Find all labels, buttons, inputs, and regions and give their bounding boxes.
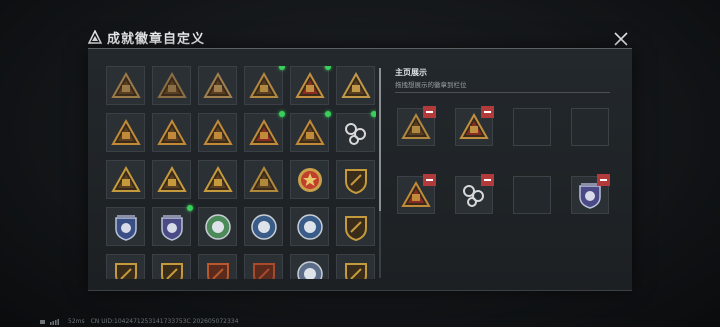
badge-cell[interactable] [290, 160, 329, 199]
badge-cell[interactable] [152, 254, 191, 279]
uid-text: CN UID:1042471253141733753C 202605072334 [90, 318, 239, 325]
triangle-logo-icon [88, 30, 102, 44]
new-indicator-dot [279, 66, 285, 70]
new-indicator-dot [325, 66, 331, 70]
remove-badge-button[interactable] [423, 174, 436, 186]
badge-cell[interactable] [198, 254, 237, 279]
arrow-shield-icon [344, 168, 367, 194]
badge-cell[interactable] [152, 113, 191, 152]
showcase-slot-empty[interactable] [571, 108, 609, 146]
scrollbar-thumb[interactable] [379, 68, 381, 211]
showcase-slot-empty[interactable] [513, 176, 551, 214]
badge-grid-scrollbar[interactable] [379, 68, 381, 278]
dragon-round-icon [296, 260, 323, 279]
number-1-emblem-icon [156, 165, 187, 192]
badge-cell[interactable] [336, 111, 376, 152]
badge-cell[interactable] [106, 254, 145, 279]
badge-cell[interactable] [290, 66, 331, 105]
modal-title: 成就徽章自定义 [107, 31, 206, 47]
showcase-slot-filled[interactable] [455, 106, 494, 146]
badge-cell[interactable] [244, 111, 285, 152]
badge-cell[interactable] [336, 207, 375, 246]
axe-shield-icon [160, 262, 183, 279]
showcase-slot-filled[interactable] [571, 174, 610, 214]
badge-cell[interactable] [152, 205, 193, 246]
status-footer: 52ms CN UID:1042471253141733753C 2026050… [40, 318, 238, 325]
badge-cell[interactable] [106, 160, 145, 199]
remove-badge-button[interactable] [481, 174, 494, 186]
fortress-emblem-icon [202, 118, 233, 145]
new-indicator-dot [279, 111, 285, 117]
bowl-emblem-icon [110, 165, 141, 192]
badge-cell[interactable] [198, 160, 237, 199]
s1-shield-emblem-icon [248, 71, 279, 98]
showcase-slot-filled[interactable] [397, 174, 436, 214]
green-flower-medal-icon [204, 213, 231, 240]
badge-cell[interactable] [152, 66, 191, 105]
badge-cell[interactable] [106, 113, 145, 152]
badge-cell[interactable] [152, 160, 191, 199]
crossed-swords-badge-icon [206, 262, 229, 279]
badge-cell[interactable] [106, 66, 145, 105]
shield-tower-emblem-icon [156, 118, 187, 145]
beaker-emblem-icon [110, 118, 141, 145]
blue-shield-badge-icon [114, 214, 137, 241]
new-indicator-dot [187, 205, 193, 211]
badge-cell[interactable] [290, 207, 329, 246]
signal-icon [40, 319, 59, 325]
showcase-slot-filled[interactable] [397, 106, 436, 146]
showcase-slot-filled[interactable] [455, 174, 494, 214]
badge-cell[interactable] [336, 160, 375, 199]
new-indicator-dot [325, 111, 331, 117]
modal-header: 成就徽章自定义 [88, 26, 632, 48]
s6-emblem-icon [248, 118, 279, 145]
badge-cell[interactable] [198, 66, 237, 105]
new-indicator-dot [371, 111, 376, 117]
remove-badge-button[interactable] [597, 174, 610, 186]
eagle-emblem-icon [248, 165, 279, 192]
number-2-emblem-icon [202, 165, 233, 192]
close-button[interactable] [612, 30, 630, 48]
helicopter-emblem-icon [156, 71, 187, 98]
eagle-round-medal-icon [250, 213, 277, 240]
remove-badge-button[interactable] [423, 106, 436, 118]
showcase-subtitle: 拖拽想展示的徽章到栏位 [395, 81, 467, 89]
purple-shield-badge-icon [160, 214, 183, 241]
badge-cell[interactable] [244, 160, 283, 199]
shark-round-medal-icon [296, 213, 323, 240]
badge-cell[interactable] [244, 254, 283, 279]
crown-emblem-icon [340, 71, 371, 98]
sword-shield-icon [344, 215, 367, 241]
badge-grid [106, 66, 376, 279]
chevron-emblem-icon [202, 71, 233, 98]
lion-badge-icon [344, 262, 367, 279]
scales-emblem-icon [294, 71, 325, 98]
gate-emblem-icon [294, 118, 325, 145]
showcase-divider [395, 92, 610, 93]
badge-grid-panel[interactable] [106, 66, 376, 279]
showcase-slot-empty[interactable] [513, 108, 551, 146]
triangle-emblem-icon [110, 71, 141, 98]
badge-cell[interactable] [198, 113, 237, 152]
wolf-badge-icon [252, 262, 275, 279]
dagger-shield-icon [114, 262, 137, 279]
badge-cell[interactable] [198, 207, 237, 246]
ping-text: 52ms [68, 318, 85, 325]
close-icon [614, 32, 628, 46]
badge-cell[interactable] [244, 66, 285, 105]
star-medal-icon [297, 167, 322, 192]
badge-cell[interactable] [336, 254, 375, 279]
badge-cell[interactable] [244, 207, 283, 246]
showcase-title: 主页展示 [395, 68, 427, 77]
remove-badge-button[interactable] [481, 106, 494, 118]
badge-cell[interactable] [290, 254, 329, 279]
badge-cell[interactable] [106, 207, 145, 246]
badge-cell[interactable] [290, 111, 331, 152]
badge-cell[interactable] [336, 66, 375, 105]
white-chain-emblem-icon [344, 122, 366, 145]
